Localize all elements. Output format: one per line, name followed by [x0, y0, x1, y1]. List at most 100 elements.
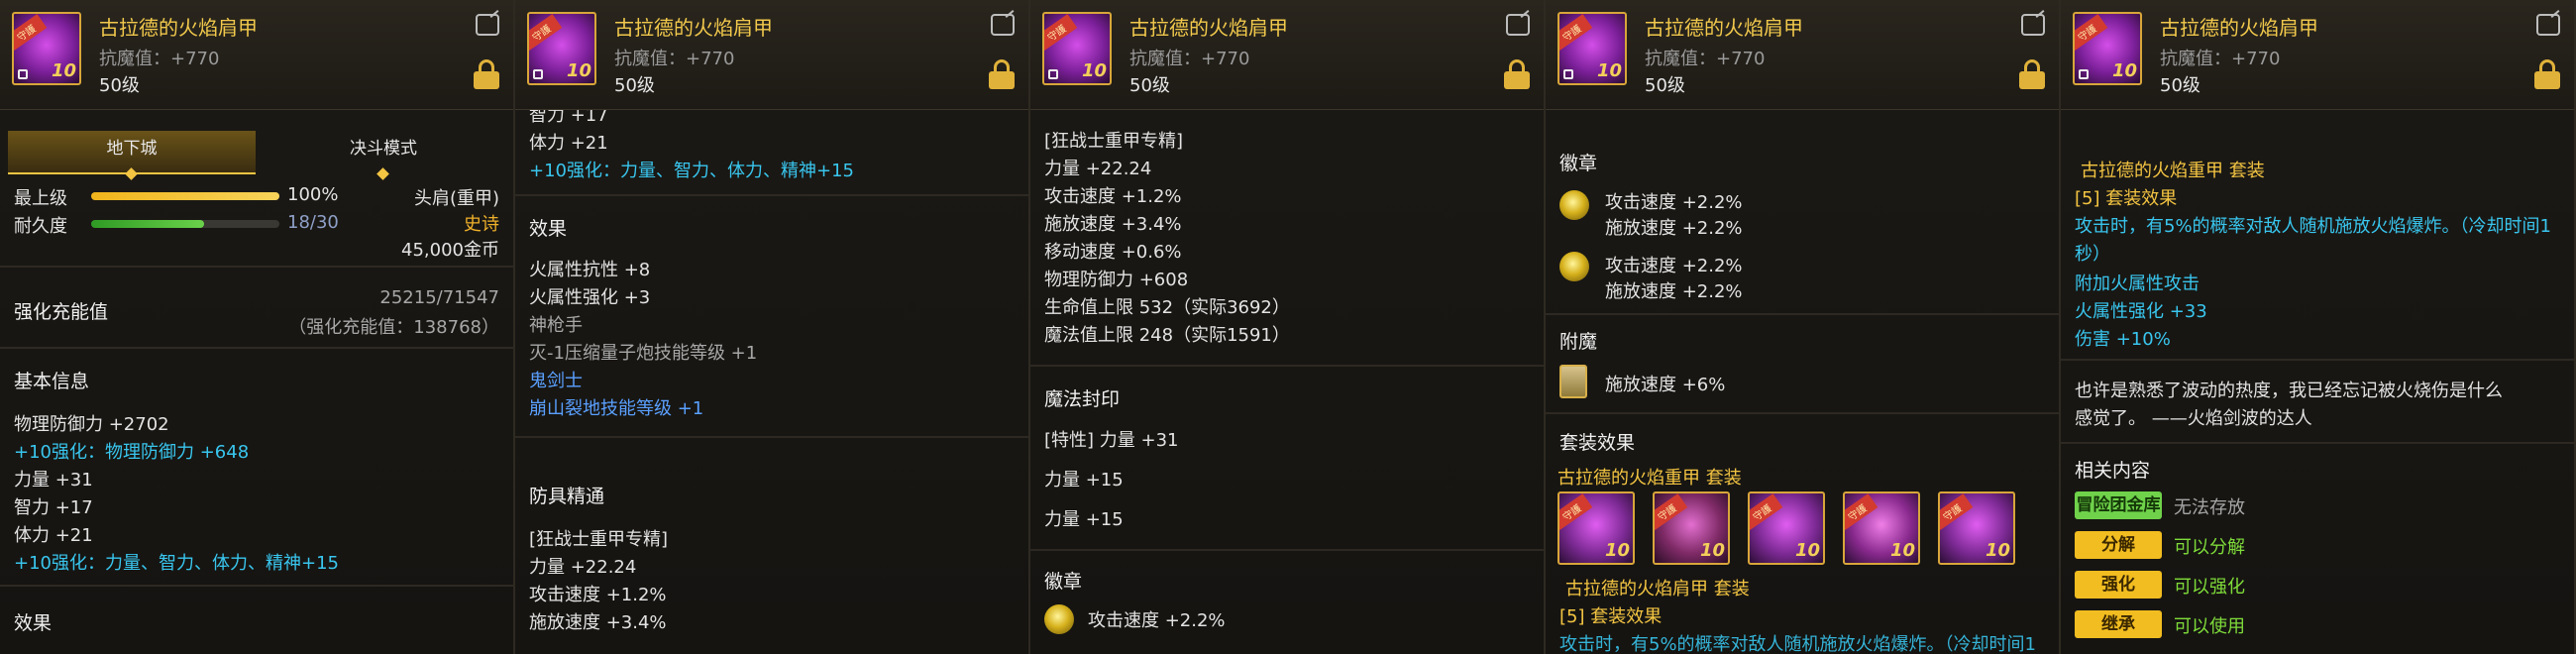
inherit-button[interactable]: 继承 [2075, 610, 2162, 638]
icon-plus: 10 [1985, 540, 2010, 561]
seal-line: 力量 +15 [1044, 509, 1124, 530]
resist-value: 抗魔值：+770 [99, 49, 220, 69]
related-text: 无法存放 [2174, 497, 2245, 518]
stat-line: 体力 +21 [529, 133, 608, 154]
tab-label: 决斗模式 [350, 139, 417, 159]
lock-icon[interactable] [474, 59, 499, 89]
set-count: [5] 套装效果 [1559, 606, 1663, 627]
lock-mini-icon [18, 69, 28, 79]
max-level-fill [91, 192, 279, 200]
lock-icon[interactable] [2019, 59, 2045, 89]
panel-content: 徽章 攻击速度 +2.2% 施放速度 +2.2% 攻击速度 +2.2% 施放速度… [1546, 109, 2059, 654]
tab-label: 地下城 [106, 139, 158, 159]
tab-pvp[interactable]: 决斗模式 [260, 131, 507, 180]
set-word: 套装 [2228, 161, 2265, 181]
tooltip-panel-4: 守護 10 古拉德的火焰肩甲 抗魔值：+770 50级 徽章 攻击速度 +2.2… [1546, 0, 2061, 654]
icon-plus: 10 [1081, 60, 1107, 81]
stat-line: 智力 +17 [14, 497, 93, 518]
effect-line: 火属性强化 +3 [529, 287, 651, 308]
lock-icon[interactable] [2534, 59, 2560, 89]
reinforce-label: 强化充能值 [14, 301, 109, 323]
rarity: 史诗 [464, 214, 499, 235]
stat-line: 力量 +31 [14, 470, 93, 490]
disassemble-button[interactable]: 分解 [2075, 531, 2162, 559]
share-icon[interactable] [2536, 14, 2560, 36]
icon-plus: 10 [1596, 60, 1622, 81]
mastery-line: 攻击速度 +1.2% [529, 585, 667, 605]
set-word: 套装 [1705, 468, 1742, 489]
seal-line: 力量 +15 [1044, 470, 1124, 490]
mastery-line: 物理防御力 +608 [1044, 270, 1189, 290]
set-piece-icon[interactable]: 守護 10 [1938, 491, 2015, 565]
set-piece-icon[interactable]: 守護 10 [1748, 491, 1825, 565]
seal-line: [特性] 力量 +31 [1044, 430, 1179, 451]
lock-mini-icon [1563, 69, 1573, 79]
reinforce-sub: （强化充能值：138768） [288, 317, 499, 338]
lock-mini-icon [533, 69, 543, 79]
emblem-line: 攻击速度 +2.2% [1088, 610, 1226, 631]
panel-content: 地下城 决斗模式 最上级 100% 耐久度 18/30 头肩(重甲) 史诗 45… [0, 109, 513, 654]
item-level: 50级 [99, 75, 140, 96]
emblem-line: 攻击速度 +2.2% [1605, 192, 1743, 213]
icon-plus: 10 [1699, 540, 1725, 561]
set-piece-icon[interactable]: 守護 10 [1653, 491, 1730, 565]
item-icon[interactable]: 守護 10 [1557, 12, 1627, 85]
item-title: 古拉德的火焰肩甲 [1645, 16, 1803, 40]
icon-plus: 10 [2111, 60, 2137, 81]
lock-icon[interactable] [1504, 59, 1530, 89]
tab-dungeon[interactable]: 地下城 [8, 131, 256, 180]
emblem-line: 攻击速度 +2.2% [1605, 256, 1743, 276]
set-piece-icon[interactable]: 守護 10 [1843, 491, 1920, 565]
divider [2061, 359, 2574, 361]
emblem-line: 施放速度 +2.2% [1605, 281, 1743, 302]
icon-tag: 守護 [14, 14, 48, 51]
share-icon[interactable] [476, 14, 499, 36]
reinforce-value: 25215/71547 [379, 287, 499, 308]
effect-line: 崩山裂地技能等级 +1 [529, 398, 704, 419]
item-icon[interactable]: 守護 10 [12, 12, 81, 85]
durability-label: 耐久度 [14, 216, 67, 237]
enchant-card-icon [1559, 365, 1587, 398]
icon-plus: 10 [1604, 540, 1630, 561]
max-level-label: 最上级 [14, 188, 67, 209]
lock-mini-icon [1048, 69, 1058, 79]
item-icon[interactable]: 守護 10 [527, 12, 596, 85]
emblem-coin-icon [1044, 604, 1074, 634]
durability-bar [91, 220, 279, 228]
item-level: 50级 [2160, 75, 2200, 96]
price: 45,000金币 [401, 240, 499, 261]
icon-plus: 10 [1889, 540, 1915, 561]
item-icon[interactable]: 守護 10 [2073, 12, 2142, 85]
item-level: 50级 [614, 75, 655, 96]
durability-fill [91, 220, 204, 228]
icon-plus: 10 [566, 60, 591, 81]
divider [1546, 313, 2059, 315]
divider [0, 266, 513, 268]
reinforce-button[interactable]: 强化 [2075, 571, 2162, 599]
divider [0, 347, 513, 349]
share-icon[interactable] [1506, 14, 1530, 36]
related-text: 可以使用 [2174, 616, 2245, 637]
share-icon[interactable] [991, 14, 1015, 36]
divider [1030, 365, 1544, 367]
tab-indicator [125, 167, 138, 180]
effect-title: 效果 [14, 612, 53, 634]
set-item-name: 古拉德的火焰肩甲 [1565, 579, 1708, 600]
slot-type: 头肩(重甲) [413, 188, 499, 209]
icon-tag: 守護 [1559, 14, 1593, 51]
set-piece-icon[interactable]: 守護 10 [1557, 491, 1635, 565]
tooltip-panel-1: 守護 10 古拉德的火焰肩甲 抗魔值：+770 50级 地下城 决斗模式 最上级… [0, 0, 515, 654]
lock-icon[interactable] [989, 59, 1015, 89]
vault-button[interactable]: 冒险团金库 [2075, 491, 2162, 519]
item-header: 守護 10 古拉德的火焰肩甲 抗魔值：+770 50级 [1030, 0, 1544, 110]
mastery-line: 生命值上限 532（实际3692） [1044, 297, 1290, 318]
mastery-line: 施放速度 +3.4% [1044, 214, 1182, 235]
set-count: [5] 套装效果 [2075, 188, 2178, 209]
item-header: 守護 10 古拉德的火焰肩甲 抗魔值：+770 50级 [2061, 0, 2574, 110]
icon-tag: 守護 [2075, 14, 2108, 51]
item-icon[interactable]: 守護 10 [1042, 12, 1112, 85]
emblem-coin-icon [1559, 190, 1589, 220]
share-icon[interactable] [2021, 14, 2045, 36]
set-word: 套装 [1713, 579, 1750, 600]
divider [2061, 442, 2574, 444]
